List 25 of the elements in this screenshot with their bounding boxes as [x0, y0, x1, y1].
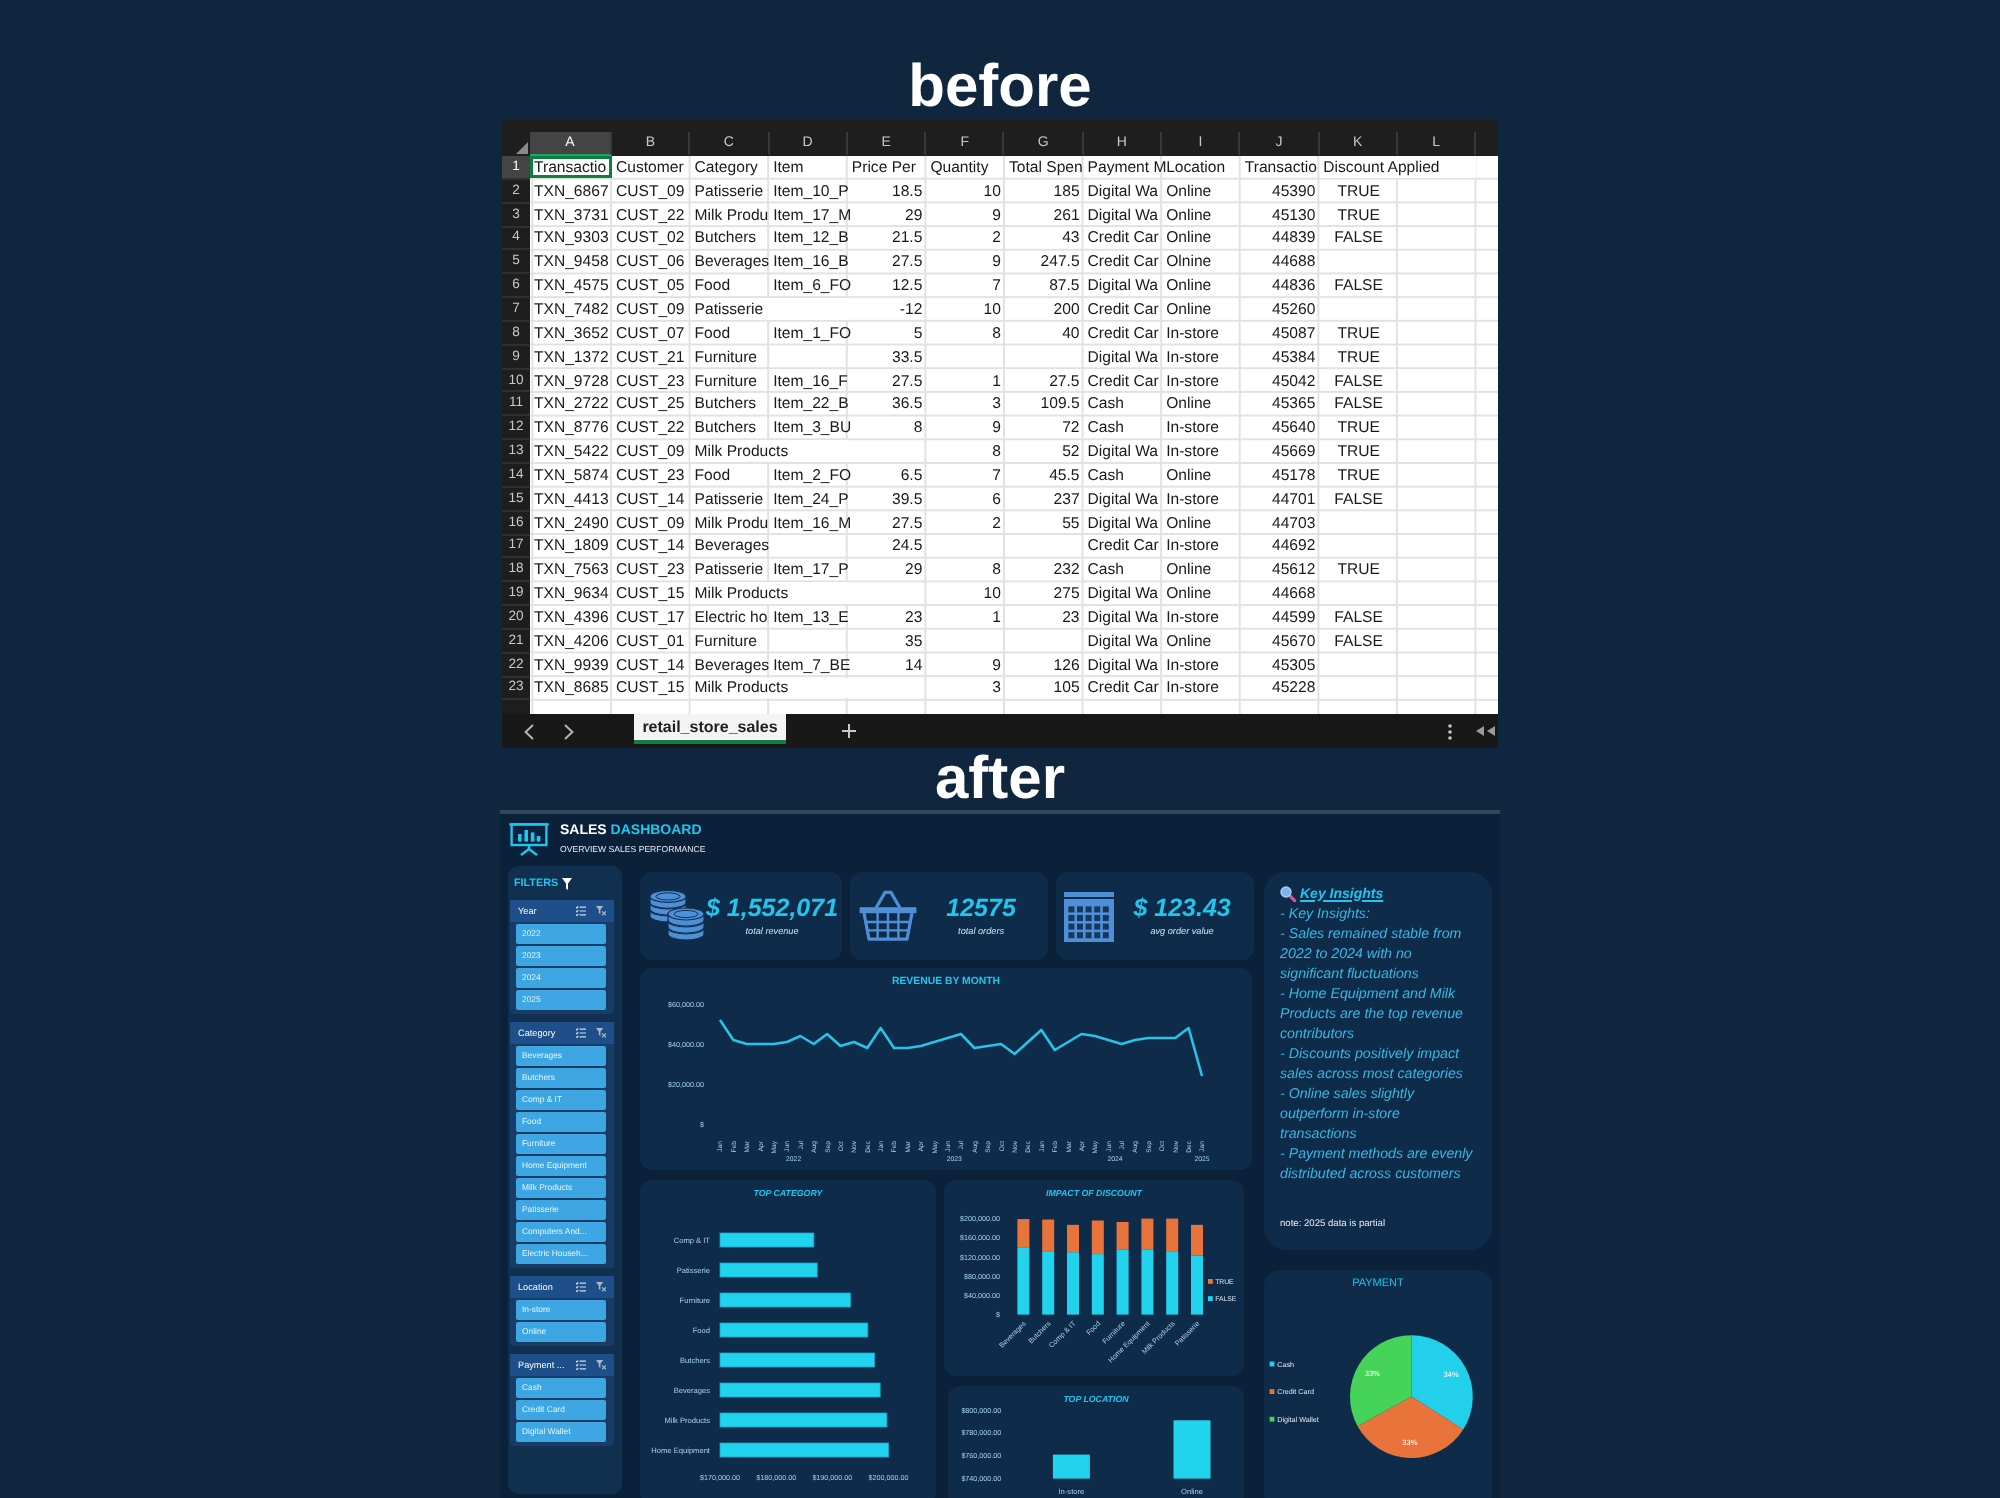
multi-select-icon[interactable]: [576, 905, 586, 916]
scroll-arrow-icon[interactable]: [1476, 726, 1498, 736]
clear-filter-icon[interactable]: [596, 1281, 606, 1292]
chevron-right-icon[interactable]: [564, 723, 574, 739]
select-all-triangle-icon[interactable]: [515, 141, 527, 153]
kpi-value: $ 1,552,071: [706, 896, 839, 922]
kpi-value: 12575: [946, 896, 1016, 922]
plus-icon[interactable]: [842, 724, 856, 738]
multi-select-icon[interactable]: [576, 1027, 586, 1038]
kpi-value: $ 123.43: [1133, 896, 1231, 922]
multi-select-icon[interactable]: [576, 1359, 586, 1370]
clear-filter-icon[interactable]: [596, 1359, 606, 1370]
chevron-left-icon[interactable]: [524, 723, 534, 739]
basket-icon: [858, 890, 919, 942]
calendar-icon: [1064, 891, 1115, 941]
coins-icon: [648, 890, 706, 942]
sheet-tab[interactable]: retail_store_sales: [634, 714, 786, 744]
multi-select-icon[interactable]: [576, 1281, 586, 1292]
presentation-chart-icon: [508, 821, 550, 855]
clear-filter-icon[interactable]: [596, 1027, 606, 1038]
clear-filter-icon[interactable]: [596, 905, 606, 916]
section-heading: before: [908, 52, 1092, 120]
filter-icon: [562, 878, 573, 890]
section-heading: after: [934, 748, 1066, 810]
search-icon: [1280, 886, 1296, 902]
